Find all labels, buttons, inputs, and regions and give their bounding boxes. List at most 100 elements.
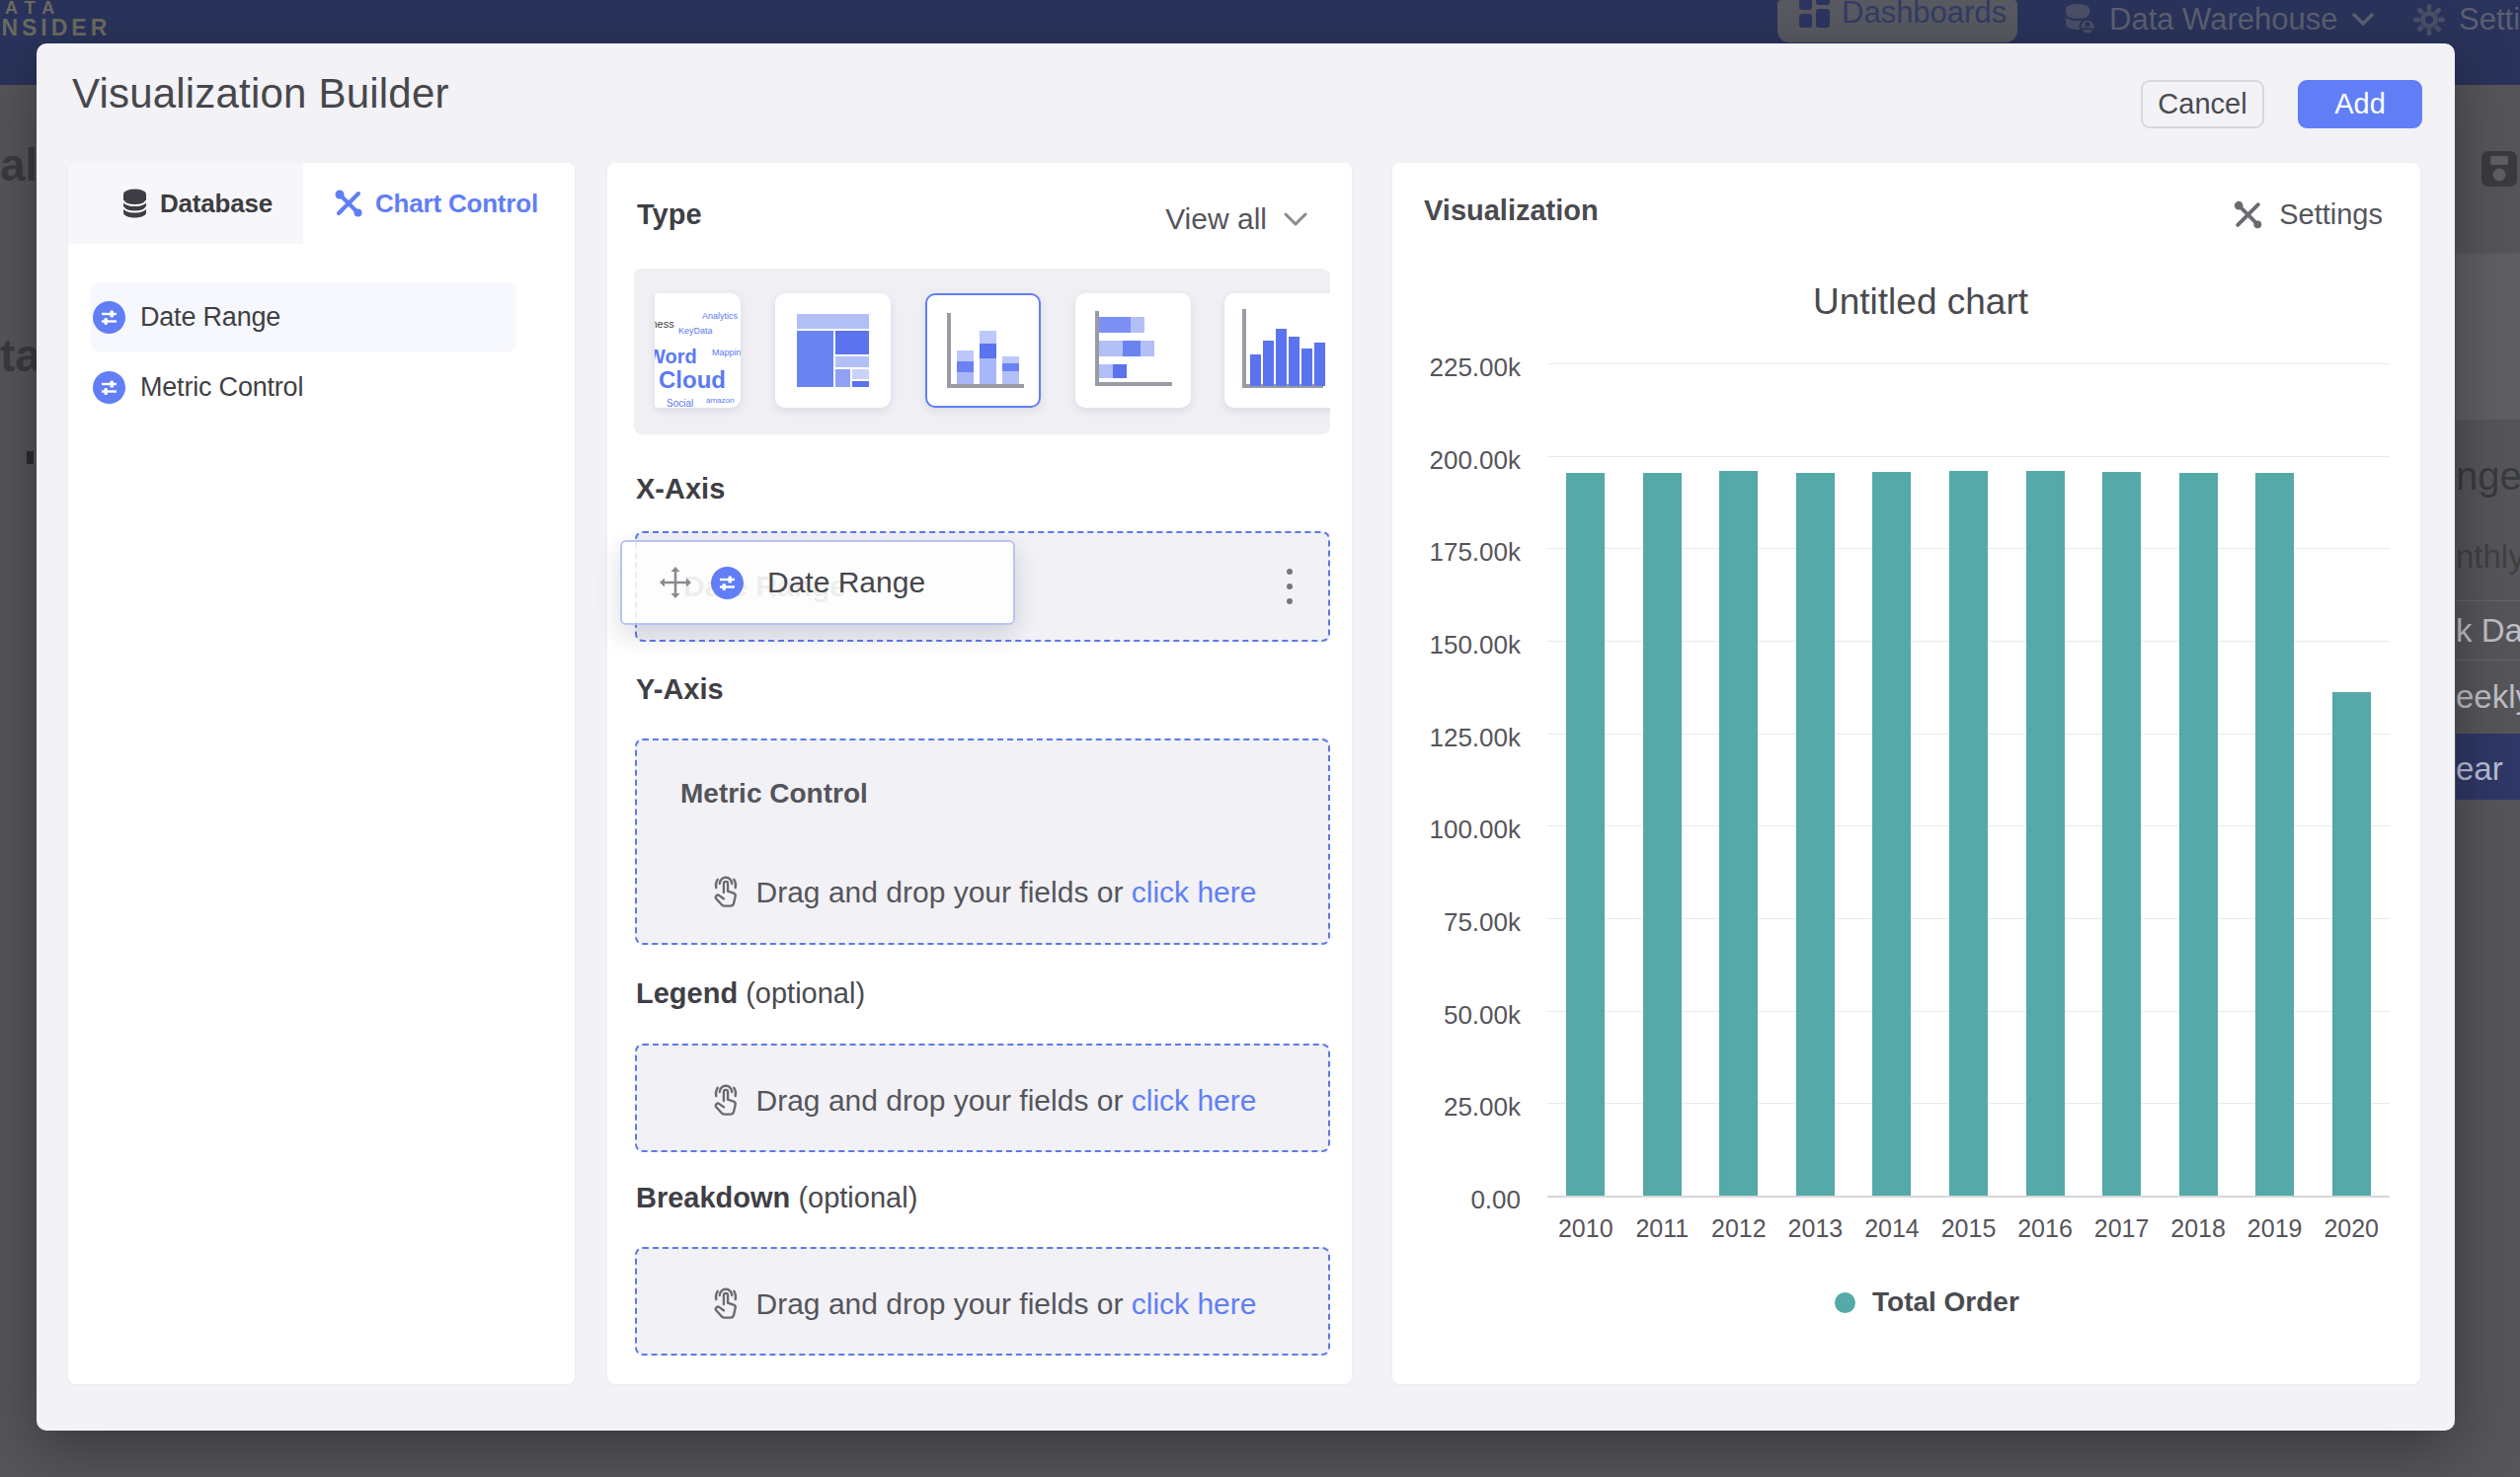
bg-text-fragment-left-2: ta [0, 329, 40, 382]
word-cloud-word: iness [655, 318, 674, 330]
data-warehouse-icon [2064, 3, 2095, 37]
bar-2011 [1643, 473, 1682, 1196]
field-item-date-range[interactable]: Date Range [91, 282, 516, 352]
bar-2018 [2179, 473, 2218, 1196]
bar-chart: 225.00k 200.00k 175.00k 150.00k 125.00k 100.0… [1392, 163, 2420, 1384]
word-cloud-word: KeyData [678, 326, 713, 336]
y-axis-drop-zone[interactable]: Metric Control Drag and drop your fields… [635, 738, 1330, 945]
y-axis-tick-label: 225.00k [1412, 352, 1521, 383]
move-cursor-icon [656, 563, 695, 602]
gridline [1547, 363, 2390, 364]
x-axis-tick-label: 2018 [2154, 1214, 2243, 1243]
y-axis-section-label: Y-Axis [636, 673, 724, 706]
legend-dot [1835, 1292, 1855, 1313]
dragged-field-label: Date Range [767, 566, 925, 599]
y-axis-tick-label: 125.00k [1412, 722, 1521, 752]
click-here-link[interactable]: click here [1132, 1084, 1257, 1117]
gear-icon [2413, 4, 2445, 36]
chart-builder-panel: Type View all Word Cloud iness Analytics… [607, 163, 1352, 1384]
gridline [1547, 456, 2390, 457]
view-all-dropdown[interactable]: View all [1165, 202, 1308, 236]
legend-optional-label: (optional) [746, 977, 865, 1009]
bar-2020 [2332, 692, 2371, 1196]
bg-option-weekly: eekly [2456, 678, 2520, 716]
field-item-label: Metric Control [140, 372, 303, 403]
slider-control-icon [93, 371, 125, 404]
chevron-down-icon [2351, 12, 2375, 28]
x-axis-tick-label: 2017 [2078, 1214, 2166, 1243]
chart-control-icon [334, 189, 363, 218]
click-hand-icon [709, 875, 743, 910]
tab-database-label: Database [160, 189, 273, 219]
nav-item-dashboards[interactable]: Dashboards [1777, 0, 2017, 42]
chart-type-treemap[interactable] [775, 293, 891, 408]
nav-item-settings[interactable]: Settings [2413, 2, 2520, 38]
bg-text-fragment-range: nge [2456, 454, 2520, 499]
click-here-link[interactable]: click here [1132, 876, 1257, 908]
word-cloud-word: Word [655, 346, 697, 368]
add-button[interactable]: Add [2298, 80, 2422, 128]
y-axis-tick-label: 75.00k [1412, 907, 1521, 938]
chevron-down-icon [1283, 210, 1308, 228]
slider-control-icon [93, 301, 125, 334]
legend-series-label: Total Order [1872, 1286, 2019, 1318]
y-axis-tick-label: 150.00k [1412, 630, 1521, 661]
field-item-label: Date Range [140, 302, 280, 333]
word-cloud-word: Mapping [712, 348, 741, 357]
dragged-field-chip[interactable]: Date Range [620, 540, 1015, 625]
cancel-button[interactable]: Cancel [2141, 80, 2264, 128]
x-axis-tick-label: 2016 [2001, 1214, 2089, 1243]
visualization-panel: Visualization Settings Untitled chart 22… [1392, 163, 2420, 1384]
database-icon [121, 189, 148, 218]
kebab-menu-icon[interactable] [1287, 569, 1293, 604]
click-hand-icon [709, 1286, 743, 1322]
modal-title: Visualization Builder [72, 70, 449, 117]
x-axis-line [1547, 1196, 2390, 1198]
drop-hint-text: Drag and drop your fields or [756, 1287, 1124, 1320]
bg-option-year-selected[interactable]: ear [2456, 734, 2520, 800]
bar-2016 [2026, 471, 2065, 1196]
bg-text-fragment-left-1: al [0, 138, 38, 192]
x-axis-tick-label: 2010 [1541, 1214, 1630, 1243]
legend-drop-zone[interactable]: Drag and drop your fields or click here [635, 1044, 1330, 1152]
bg-tick-mark [27, 451, 34, 464]
x-axis-tick-label: 2013 [1771, 1214, 1859, 1243]
x-axis-tick-label: 2020 [2307, 1214, 2396, 1243]
bar-2017 [2102, 472, 2141, 1196]
bar-2012 [1719, 471, 1758, 1196]
drop-hint-text: Drag and drop your fields or [756, 876, 1124, 908]
chart-type-grouped-bar-selected[interactable] [925, 293, 1041, 408]
bg-card-band [2456, 254, 2520, 420]
bar-2015 [1949, 471, 1988, 1196]
word-cloud-word: Analytics [702, 311, 738, 321]
tab-chart-control[interactable]: Chart Control [303, 163, 575, 244]
chart-type-bar[interactable] [1224, 293, 1330, 408]
y-axis-tick-label: 0.00 [1412, 1185, 1521, 1215]
chart-type-strip: Word Cloud iness Analytics KeyData Mappi… [634, 269, 1330, 434]
y-axis-tick-label: 200.00k [1412, 444, 1521, 475]
drop-hint-text: Drag and drop your fields or [756, 1084, 1124, 1117]
word-cloud-word: Cloud [659, 366, 726, 394]
click-here-link[interactable]: click here [1132, 1287, 1257, 1320]
y-axis-tick-label: 100.00k [1412, 815, 1521, 845]
bg-option-monthly: nthly [2456, 538, 2520, 576]
save-icon [2481, 151, 2517, 187]
chart-type-word-cloud[interactable]: Word Cloud iness Analytics KeyData Mappi… [655, 293, 741, 408]
type-section-label: Type [637, 198, 702, 231]
y-axis-tick-label: 175.00k [1412, 537, 1521, 568]
chart-type-horizontal-bar[interactable] [1075, 293, 1191, 408]
x-axis-tick-label: 2012 [1694, 1214, 1783, 1243]
app-logo-line2: INSIDER [0, 15, 111, 41]
x-axis-tick-label: 2011 [1617, 1214, 1706, 1243]
legend-section-label: Legend (optional) [636, 977, 865, 1010]
nav-item-data-warehouse[interactable]: Data Warehouse [2064, 2, 2375, 38]
x-axis-tick-label: 2015 [1925, 1214, 2013, 1243]
y-axis-tick-label: 25.00k [1412, 1092, 1521, 1123]
breakdown-section-label: Breakdown (optional) [636, 1182, 917, 1214]
tab-database[interactable]: Database [68, 163, 303, 244]
click-hand-icon [709, 1083, 743, 1119]
bg-option-week-date: k Date [2456, 612, 2520, 650]
breakdown-drop-zone[interactable]: Drag and drop your fields or click here [635, 1247, 1330, 1356]
nav-item-dashboards-label: Dashboards [1842, 0, 2007, 31]
field-item-metric-control[interactable]: Metric Control [91, 352, 516, 423]
